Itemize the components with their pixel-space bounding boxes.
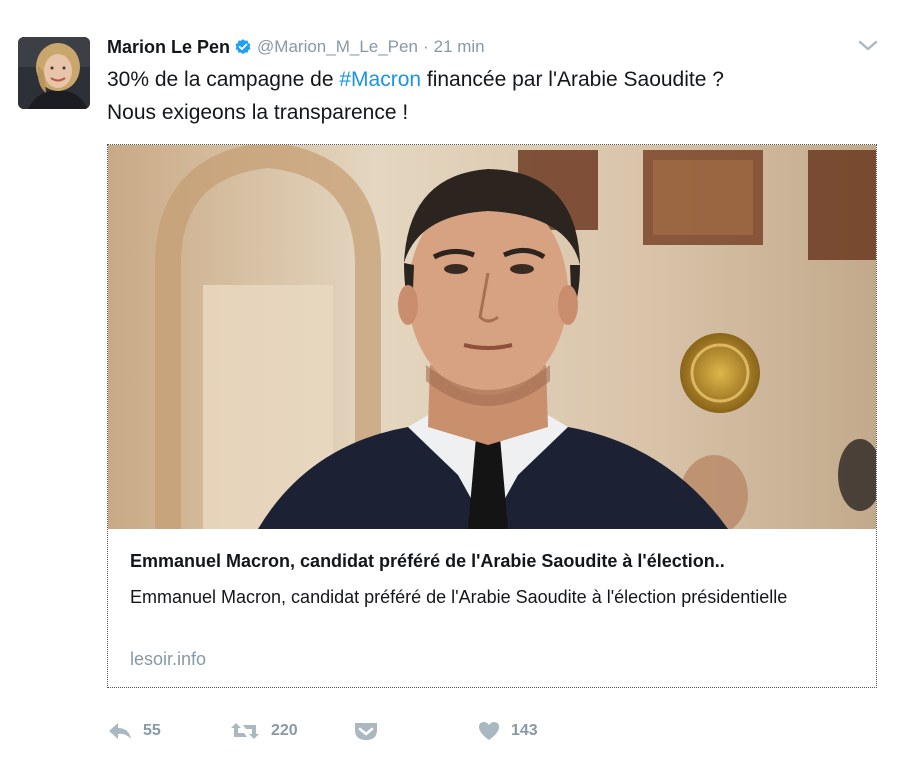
retweet-button[interactable]: 220	[229, 716, 298, 746]
like-count: 143	[511, 722, 538, 739]
avatar-image	[18, 37, 90, 109]
card-body: Emmanuel Macron, candidat préféré de l'A…	[108, 529, 876, 687]
hashtag-link[interactable]: #Macron	[339, 68, 421, 91]
reply-icon	[107, 720, 133, 742]
tweet-text: 30% de la campagne de #Macron financée p…	[107, 63, 867, 129]
like-button[interactable]: 143	[477, 716, 538, 746]
card-domain[interactable]: lesoir.info	[130, 649, 206, 670]
card-title[interactable]: Emmanuel Macron, candidat préféré de l'A…	[130, 551, 860, 572]
author-name[interactable]: Marion Le Pen	[107, 37, 230, 58]
heart-icon	[477, 720, 501, 742]
header-separator: ·	[422, 37, 429, 56]
author-handle[interactable]: @Marion_M_Le_Pen	[257, 37, 418, 57]
tweet-timestamp[interactable]: 21 min	[434, 37, 485, 57]
reply-count: 55	[143, 722, 161, 739]
card-image[interactable]	[108, 145, 876, 535]
card-description: Emmanuel Macron, candidat préféré de l'A…	[130, 587, 788, 607]
reply-button[interactable]: 55	[107, 716, 161, 746]
pocket-button[interactable]	[353, 716, 379, 746]
pocket-save-icon	[353, 720, 379, 742]
verified-badge-icon	[234, 38, 252, 56]
retweet-count: 220	[271, 722, 298, 739]
chevron-down-icon[interactable]	[856, 38, 880, 54]
card-photo	[108, 145, 876, 535]
link-card[interactable]: Emmanuel Macron, candidat préféré de l'A…	[107, 144, 877, 688]
avatar[interactable]	[18, 37, 90, 109]
tweet-text-part: 30% de la campagne de	[107, 68, 340, 91]
tweet-text-part: financée par l'Arabie Saoudite ?	[421, 68, 724, 91]
tweet-text-line2: Nous exigeons la transparence !	[107, 101, 409, 124]
tweet-header: Marion Le Pen @Marion_M_Le_Pen · 21 min	[107, 36, 485, 58]
retweet-icon	[229, 720, 261, 742]
tweet: Marion Le Pen @Marion_M_Le_Pen · 21 min …	[0, 0, 900, 760]
tweet-actions: 55 220 143	[107, 716, 587, 746]
